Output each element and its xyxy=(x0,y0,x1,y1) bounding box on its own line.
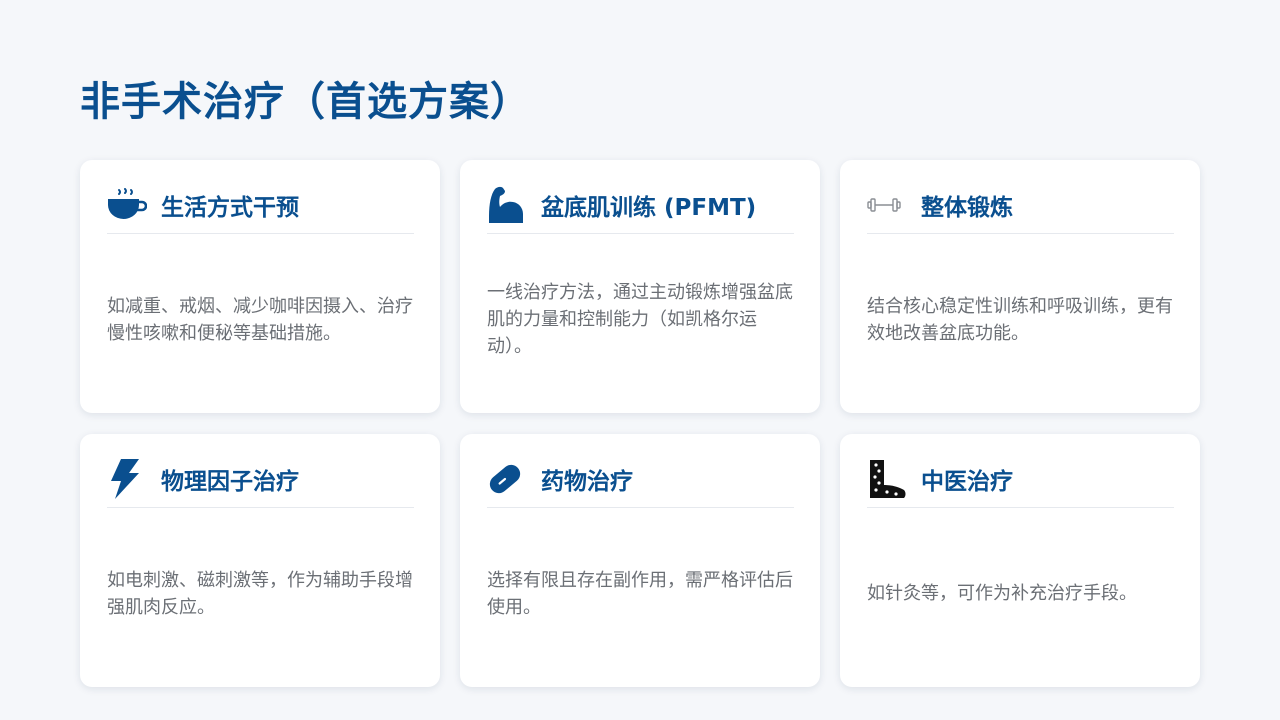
card-body: 如针灸等，可作为补充治疗手段。 xyxy=(867,508,1174,687)
treatment-grid: 生活方式干预 如减重、戒烟、减少咖啡因摄入、治疗慢性咳嗽和便秘等基础措施。 盆底… xyxy=(80,160,1200,687)
card-title: 整体锻炼 xyxy=(921,195,1013,221)
card-title: 物理因子治疗 xyxy=(161,469,299,495)
flexed-arm-icon xyxy=(487,185,527,225)
card-title: 盆底肌训练 (PFMT) xyxy=(541,195,757,221)
card-title: 中医治疗 xyxy=(921,469,1013,495)
card-title: 药物治疗 xyxy=(541,469,633,495)
card-physical-therapy: 物理因子治疗 如电刺激、磁刺激等，作为辅助手段增强肌肉反应。 xyxy=(80,434,440,687)
card-body: 结合核心稳定性训练和呼吸训练，更有效地改善盆底功能。 xyxy=(867,234,1174,413)
card-text: 选择有限且存在副作用，需严格评估后使用。 xyxy=(487,569,793,618)
card-body: 如电刺激、磁刺激等，作为辅助手段增强肌肉反应。 xyxy=(107,508,414,687)
card-text: 如电刺激、磁刺激等，作为辅助手段增强肌肉反应。 xyxy=(107,569,413,618)
card-tcm: 中医治疗 如针灸等，可作为补充治疗手段。 xyxy=(840,434,1200,687)
card-medication: 药物治疗 选择有限且存在副作用，需严格评估后使用。 xyxy=(460,434,820,687)
pill-capsule-icon xyxy=(487,459,527,499)
card-header: 生活方式干预 xyxy=(107,160,414,234)
card-lifestyle: 生活方式干预 如减重、戒烟、减少咖啡因摄入、治疗慢性咳嗽和便秘等基础措施。 xyxy=(80,160,440,413)
card-text: 如针灸等，可作为补充治疗手段。 xyxy=(867,583,1137,604)
dumbbell-icon xyxy=(867,185,907,225)
card-body: 选择有限且存在副作用，需严格评估后使用。 xyxy=(487,508,794,687)
card-body: 如减重、戒烟、减少咖啡因摄入、治疗慢性咳嗽和便秘等基础措施。 xyxy=(107,234,414,413)
card-header: 盆底肌训练 (PFMT) xyxy=(487,160,794,234)
card-header: 整体锻炼 xyxy=(867,160,1174,234)
card-body: 一线治疗方法，通过主动锻炼增强盆底肌的力量和控制能力（如凯格尔运动）。 xyxy=(487,234,794,413)
page-title: 非手术治疗（首选方案） xyxy=(80,79,531,125)
card-header: 药物治疗 xyxy=(487,434,794,508)
card-pfmt: 盆底肌训练 (PFMT) 一线治疗方法，通过主动锻炼增强盆底肌的力量和控制能力（… xyxy=(460,160,820,413)
card-header: 中医治疗 xyxy=(867,434,1174,508)
lightning-bolt-icon xyxy=(107,459,147,499)
card-title: 生活方式干预 xyxy=(161,195,299,221)
coffee-cup-icon xyxy=(107,185,147,225)
card-overall-exercise: 整体锻炼 结合核心稳定性训练和呼吸训练，更有效地改善盆底功能。 xyxy=(840,160,1200,413)
card-text: 一线治疗方法，通过主动锻炼增强盆底肌的力量和控制能力（如凯格尔运动）。 xyxy=(487,282,793,357)
card-header: 物理因子治疗 xyxy=(107,434,414,508)
acupuncture-foot-icon xyxy=(867,459,907,499)
card-text: 如减重、戒烟、减少咖啡因摄入、治疗慢性咳嗽和便秘等基础措施。 xyxy=(107,295,413,344)
card-text: 结合核心稳定性训练和呼吸训练，更有效地改善盆底功能。 xyxy=(867,295,1173,344)
